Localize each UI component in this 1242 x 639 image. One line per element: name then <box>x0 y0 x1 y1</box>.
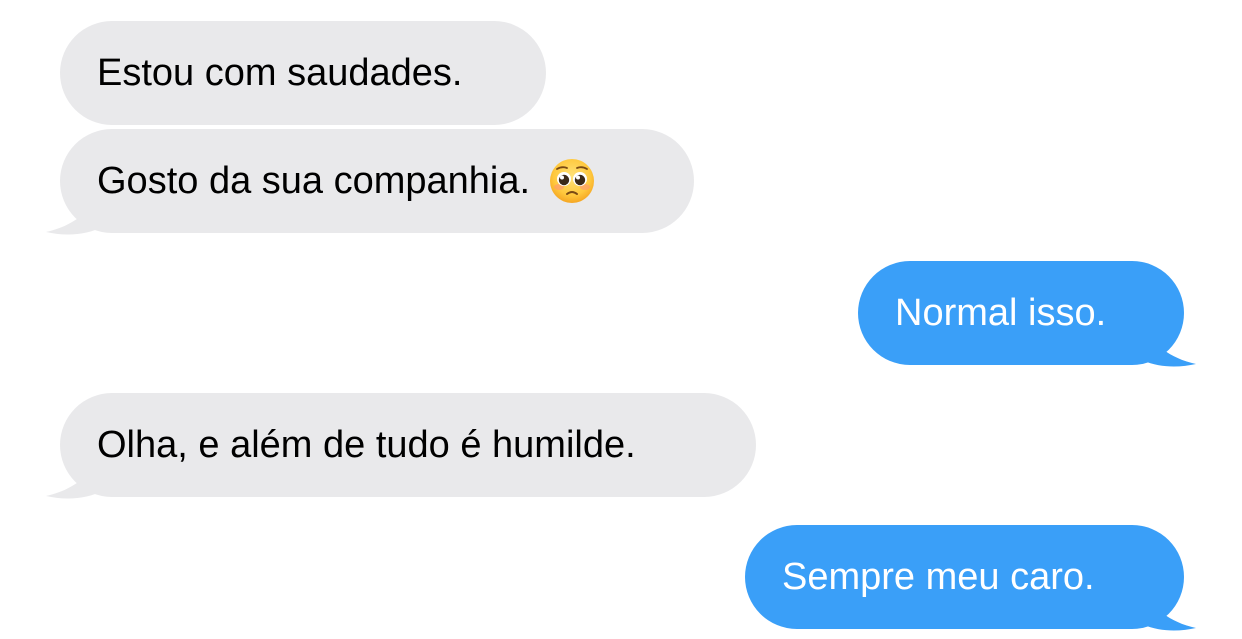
message-text: Gosto da sua companhia. <box>97 160 531 202</box>
message-text: Sempre meu caro. <box>782 556 1095 598</box>
pleading-face-icon <box>548 157 596 205</box>
message-bubble-sent[interactable]: Sempre meu caro. <box>745 525 1184 629</box>
message-text: Estou com saudades. <box>97 52 463 94</box>
message-bubble-received[interactable]: Estou com saudades. <box>60 21 546 125</box>
message-bubble-sent[interactable]: Normal isso. <box>858 261 1184 365</box>
message-text: Olha, e além de tudo é humilde. <box>97 424 636 466</box>
message-text: Normal isso. <box>895 292 1107 334</box>
message-bubble-received[interactable]: Gosto da sua companhia. <box>60 129 694 233</box>
message-bubble-received[interactable]: Olha, e além de tudo é humilde. <box>60 393 756 497</box>
